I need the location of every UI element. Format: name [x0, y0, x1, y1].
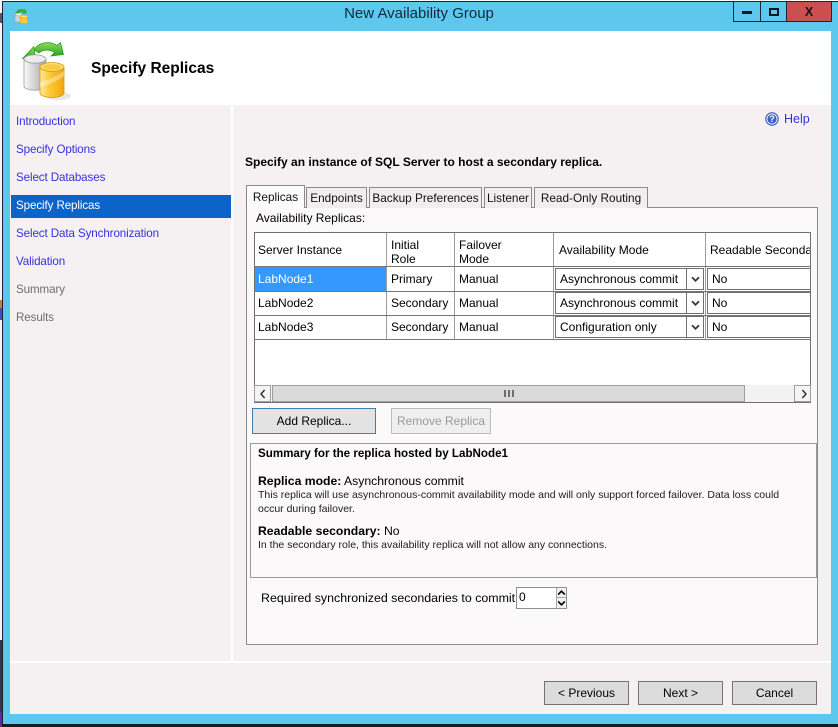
- svg-text:?: ?: [769, 114, 775, 124]
